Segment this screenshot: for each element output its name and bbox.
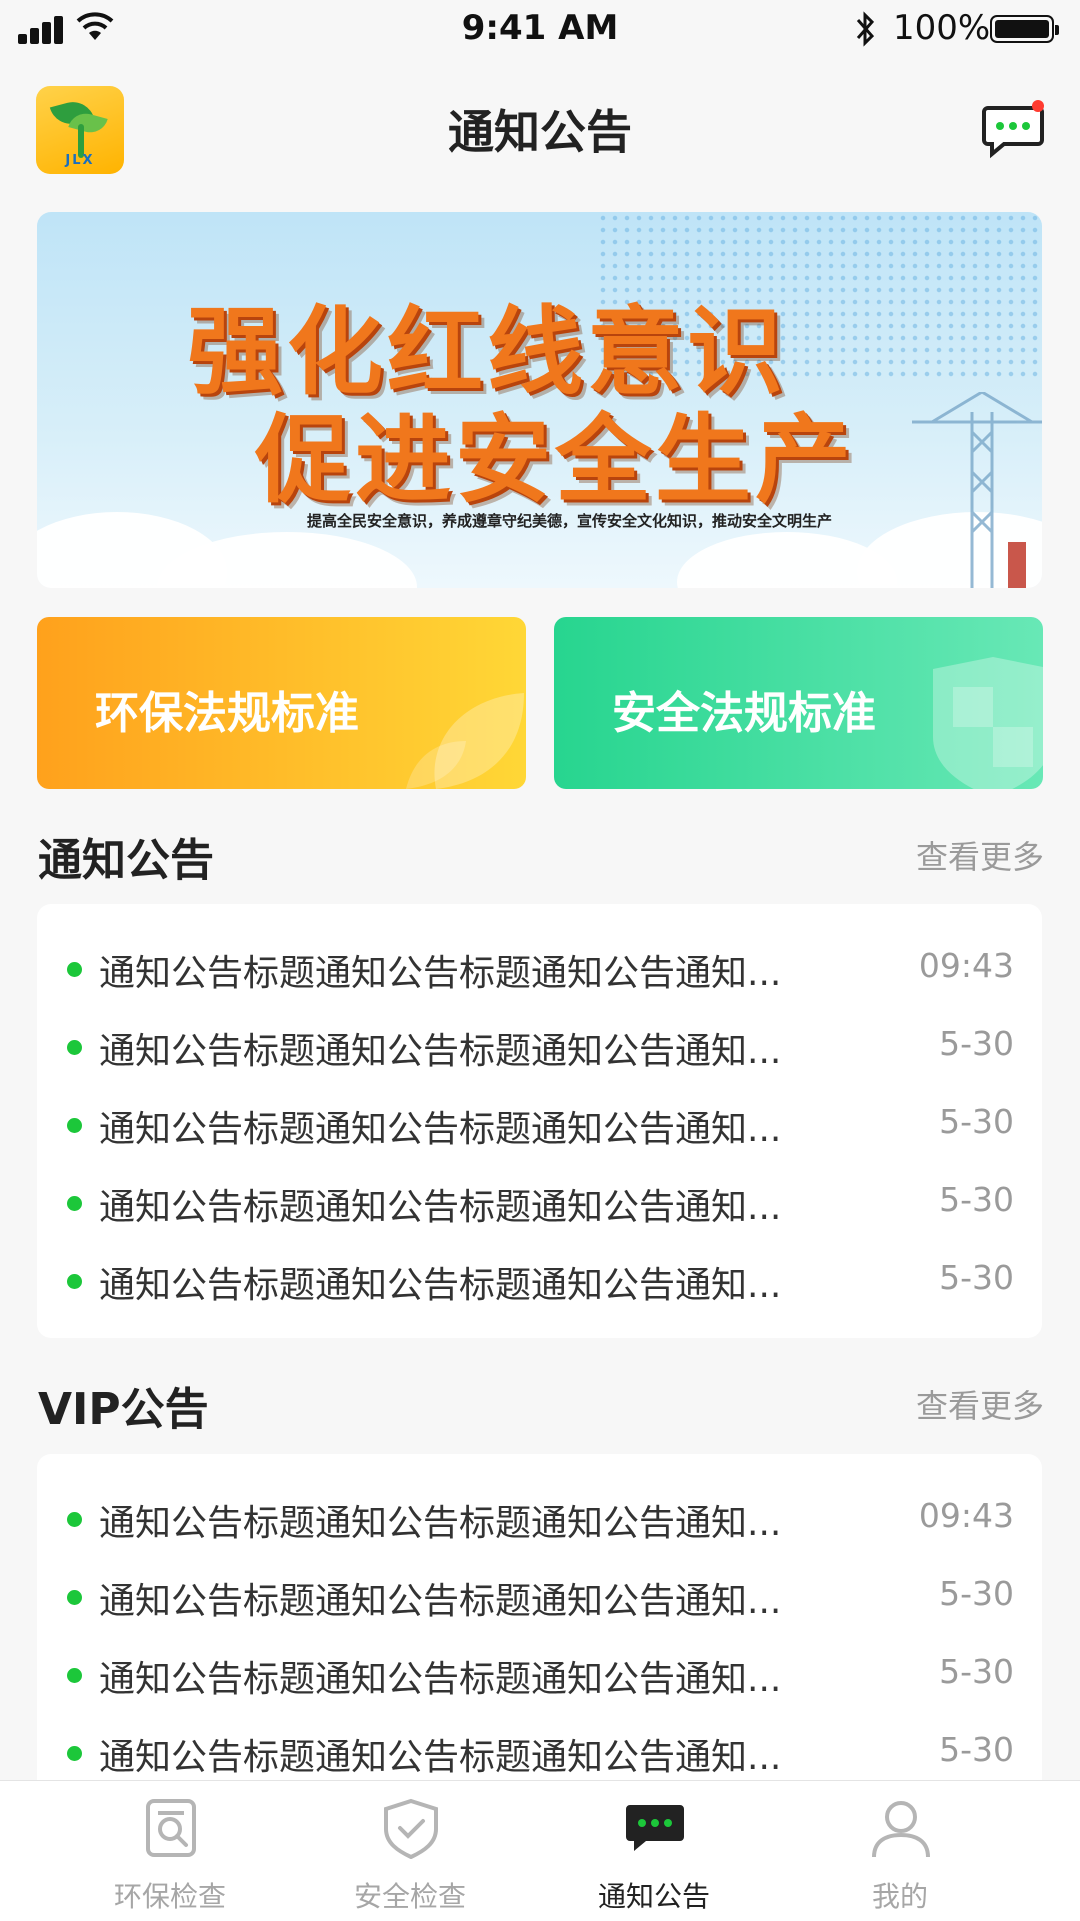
bullet-dot xyxy=(67,1512,82,1527)
search-document-icon xyxy=(146,1799,196,1857)
notice-time: 5-30 xyxy=(939,1102,1014,1141)
notice-row[interactable]: 通知公告标题通知公告标题通知公告通知... 5-30 xyxy=(37,1242,1042,1320)
bullet-dot xyxy=(67,1040,82,1055)
bullet-dot xyxy=(67,1196,82,1211)
notice-time: 09:43 xyxy=(918,946,1014,985)
vip-title: 通知公告标题通知公告标题通知公告通知... xyxy=(99,1503,782,1544)
vip-list: 通知公告标题通知公告标题通知公告通知... 09:43 通知公告标题通知公告标题… xyxy=(37,1454,1042,1794)
banner-subtitle: 提高全民安全意识，养成遵章守纪美德，宣传安全文化知识，推动安全文明生产 xyxy=(307,512,833,530)
bullet-dot xyxy=(67,1118,82,1133)
bullet-dot xyxy=(67,1590,82,1605)
vip-section-title: VIP公告 xyxy=(38,1384,209,1435)
user-icon xyxy=(872,1801,930,1858)
shield-check-icon xyxy=(384,1798,438,1859)
vip-title: 通知公告标题通知公告标题通知公告通知... xyxy=(99,1659,782,1700)
vip-more-link[interactable]: 查看更多 xyxy=(916,1381,1044,1427)
notice-title: 通知公告标题通知公告标题通知公告通知... xyxy=(99,1265,782,1306)
promo-banner[interactable]: 强化红线意识 促进安全生产 提高全民安全意识，养成遵章守纪美德，宣传安全文化知识… xyxy=(37,212,1042,588)
leaf-icon xyxy=(406,693,524,789)
notice-time: 5-30 xyxy=(939,1180,1014,1219)
app-header: JLX 通知公告 xyxy=(0,58,1080,188)
tab-label: 我的 xyxy=(871,1880,928,1913)
bullet-dot xyxy=(67,962,82,977)
battery-percentage: 100% xyxy=(893,8,991,48)
status-bar: 9:41 AM 100% xyxy=(0,0,1080,58)
environmental-regulations-label: 环保法规标准 xyxy=(95,688,359,739)
notice-title: 通知公告标题通知公告标题通知公告通知... xyxy=(99,1109,782,1150)
notice-time: 5-30 xyxy=(939,1258,1014,1297)
tab-environmental-inspection[interactable]: 环保检查 xyxy=(50,1781,290,1921)
bullet-dot xyxy=(67,1746,82,1761)
safety-regulations-card[interactable]: 安全法规标准 xyxy=(554,617,1043,789)
tab-safety-inspection[interactable]: 安全检查 xyxy=(290,1781,530,1921)
notice-row[interactable]: 通知公告标题通知公告标题通知公告通知... 09:43 xyxy=(37,930,1042,1008)
safety-regulations-label: 安全法规标准 xyxy=(612,688,876,739)
battery-icon xyxy=(990,15,1059,43)
vip-row[interactable]: 通知公告标题通知公告标题通知公告通知... 5-30 xyxy=(37,1558,1042,1636)
vip-title: 通知公告标题通知公告标题通知公告通知... xyxy=(99,1737,782,1778)
tab-label: 通知公告 xyxy=(597,1880,710,1913)
unread-badge xyxy=(1032,100,1044,112)
bullet-dot xyxy=(67,1274,82,1289)
notices-more-link[interactable]: 查看更多 xyxy=(916,832,1044,878)
chat-bubble-icon xyxy=(626,1805,684,1851)
vip-title: 通知公告标题通知公告标题通知公告通知... xyxy=(99,1581,782,1622)
tab-label: 安全检查 xyxy=(353,1880,466,1913)
bottom-tab-bar: 环保检查 安全检查 通知公告 我的 xyxy=(0,1780,1080,1921)
vip-time: 5-30 xyxy=(939,1730,1014,1769)
vip-row[interactable]: 通知公告标题通知公告标题通知公告通知... 5-30 xyxy=(37,1636,1042,1714)
notice-row[interactable]: 通知公告标题通知公告标题通知公告通知... 5-30 xyxy=(37,1164,1042,1242)
tab-label: 环保检查 xyxy=(113,1880,226,1913)
notice-time: 5-30 xyxy=(939,1024,1014,1063)
banner-headline-2: 促进安全生产 xyxy=(255,403,855,516)
notice-row[interactable]: 通知公告标题通知公告标题通知公告通知... 5-30 xyxy=(37,1086,1042,1164)
notices-section-title: 通知公告 xyxy=(38,835,214,886)
notice-row[interactable]: 通知公告标题通知公告标题通知公告通知... 5-30 xyxy=(37,1008,1042,1086)
bluetooth-icon xyxy=(856,11,875,47)
vip-row[interactable]: 通知公告标题通知公告标题通知公告通知... 09:43 xyxy=(37,1480,1042,1558)
bullet-dot xyxy=(67,1668,82,1683)
crane-illustration xyxy=(912,392,1042,588)
shield-icon xyxy=(933,657,1043,789)
notice-title: 通知公告标题通知公告标题通知公告通知... xyxy=(99,953,782,994)
notice-title: 通知公告标题通知公告标题通知公告通知... xyxy=(99,1187,782,1228)
page-title: 通知公告 xyxy=(448,105,632,159)
vip-time: 5-30 xyxy=(939,1652,1014,1691)
environmental-regulations-card[interactable]: 环保法规标准 xyxy=(37,617,526,789)
notices-list: 通知公告标题通知公告标题通知公告通知... 09:43 通知公告标题通知公告标题… xyxy=(37,904,1042,1338)
tab-profile[interactable]: 我的 xyxy=(780,1781,1020,1921)
vip-time: 09:43 xyxy=(918,1496,1014,1535)
chat-bubble-icon[interactable] xyxy=(980,98,1046,160)
vip-time: 5-30 xyxy=(939,1574,1014,1613)
notice-title: 通知公告标题通知公告标题通知公告通知... xyxy=(99,1031,782,1072)
tab-notices[interactable]: 通知公告 xyxy=(534,1781,774,1921)
